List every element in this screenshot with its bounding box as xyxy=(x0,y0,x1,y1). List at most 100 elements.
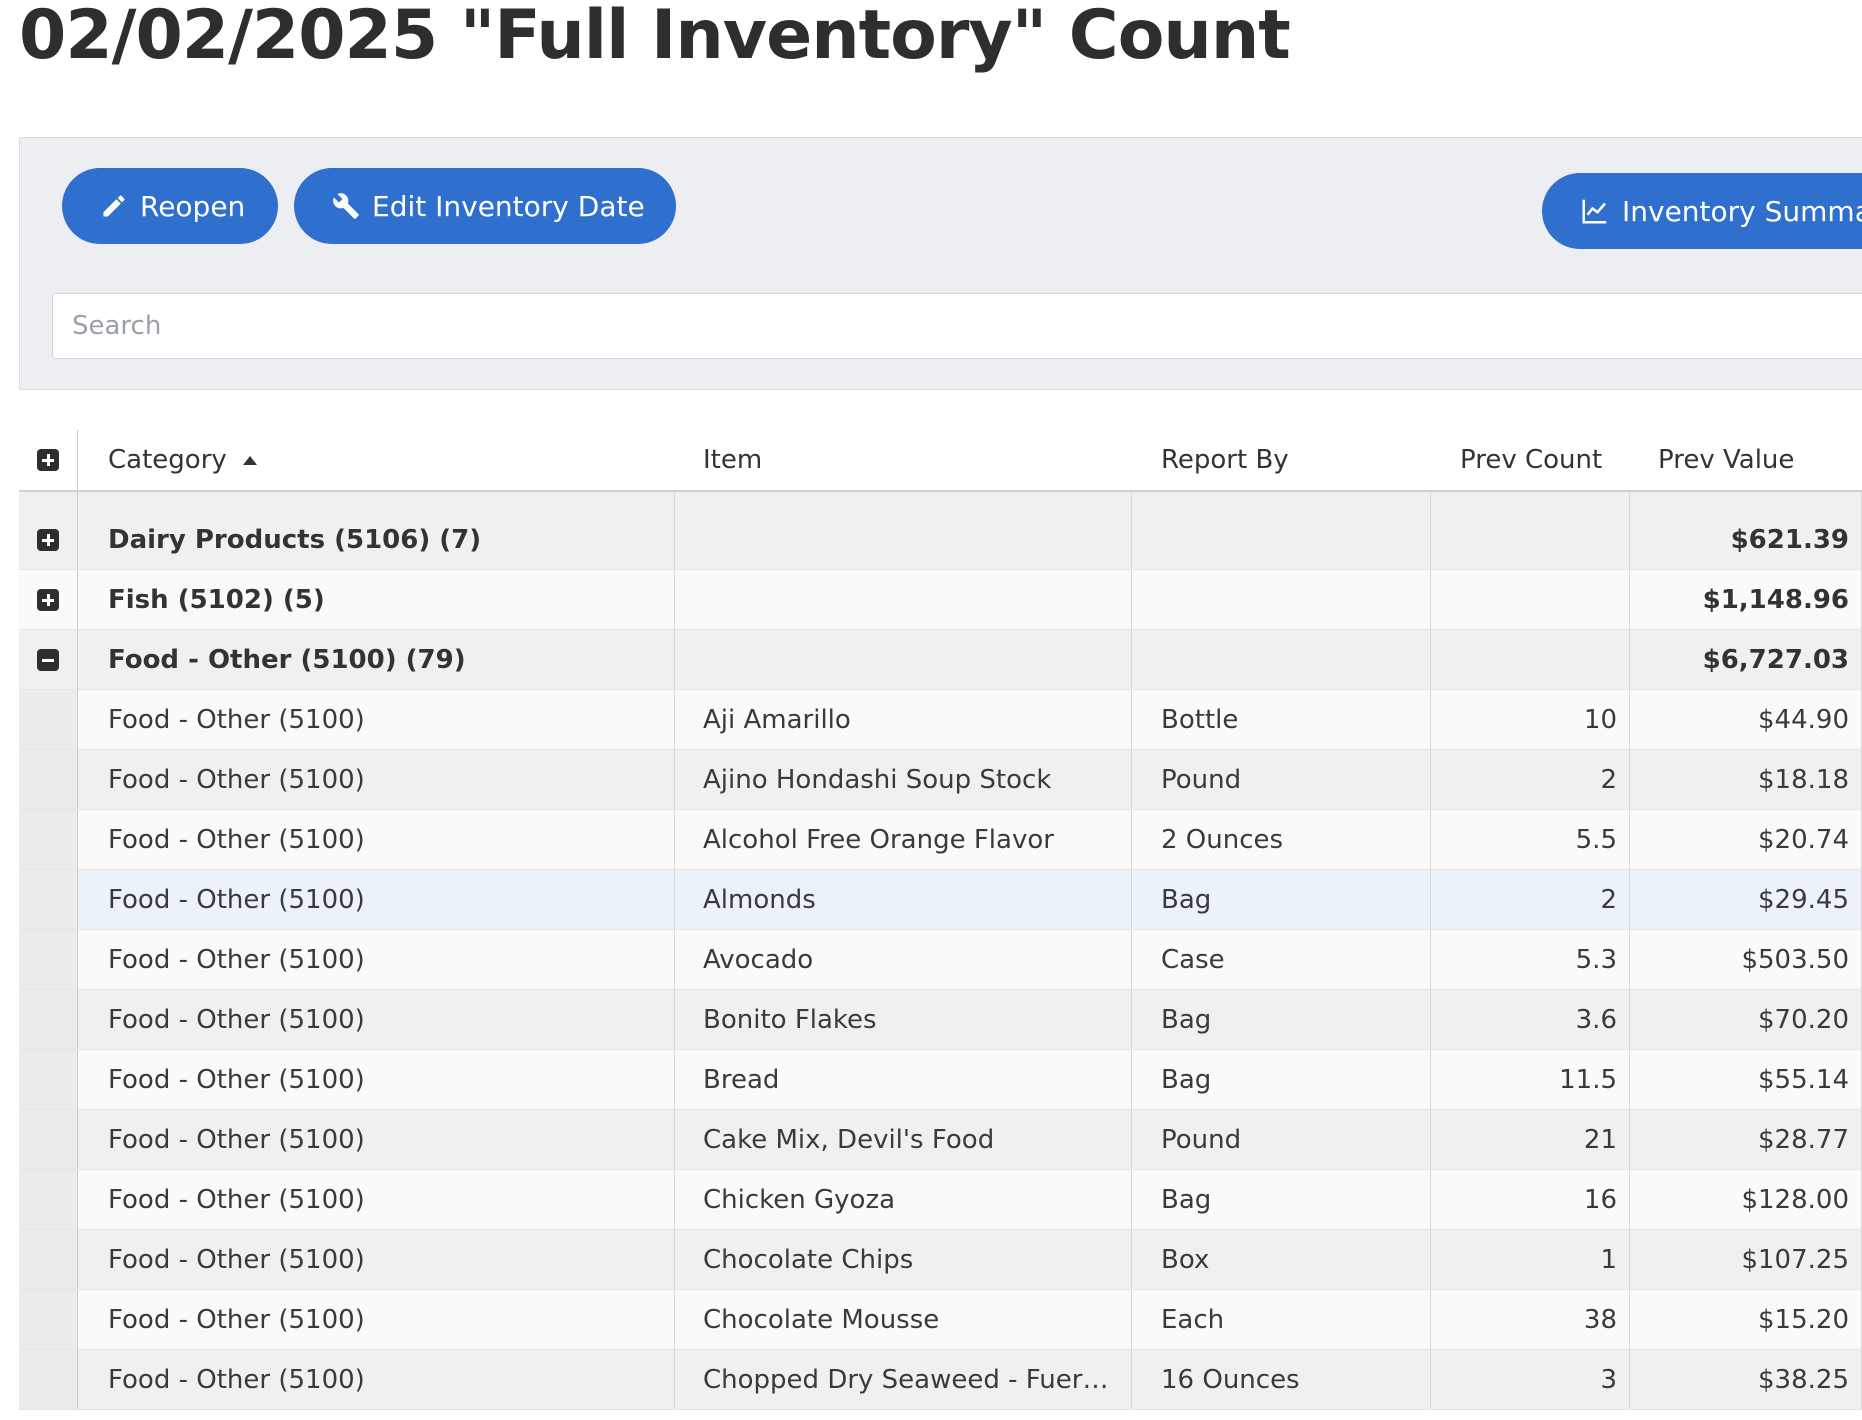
expand-all-button[interactable] xyxy=(19,430,78,490)
category-cell: Food - Other (5100) xyxy=(78,1290,675,1349)
column-header-category-label: Category xyxy=(108,445,227,475)
report-by-cell: Pound xyxy=(1132,750,1431,809)
table-row[interactable]: Food - Other (5100) Bread Bag 11.5 $55.1… xyxy=(19,1050,1862,1110)
report-by-cell: 16 Ounces xyxy=(1132,1350,1431,1409)
item-cell: Chicken Gyoza xyxy=(675,1170,1132,1229)
item-name: Chopped Dry Seaweed - Fueru wa… xyxy=(703,1364,1123,1395)
column-header-item-label: Item xyxy=(703,445,763,475)
table-row[interactable]: Food - Other (5100) Avocado Case 5.3 $50… xyxy=(19,930,1862,990)
plus-square-icon xyxy=(37,588,59,611)
edit-inventory-date-button[interactable]: Edit Inventory Date xyxy=(294,168,676,244)
item-name: Chicken Gyoza xyxy=(703,1184,896,1215)
group-row-food-other[interactable]: Food - Other (5100) (79) $6,727.03 xyxy=(19,630,1862,690)
reopen-label: Reopen xyxy=(140,189,246,223)
pencil-icon xyxy=(100,191,128,221)
group-row-fish[interactable]: Fish (5102) (5) $1,148.96 xyxy=(19,570,1862,630)
prev-value-cell: $29.45 xyxy=(1630,870,1862,929)
table-row[interactable]: Food - Other (5100) Chopped Dry Seaweed … xyxy=(19,1350,1862,1410)
prev-value-cell xyxy=(1630,492,1862,510)
report-by-cell: Bag xyxy=(1132,1170,1431,1229)
row-expander-cell xyxy=(19,1290,78,1349)
group-row-dairy-products[interactable]: Dairy Products (5106) (7) $621.39 xyxy=(19,510,1862,570)
group-label: Fish (5102) (5) xyxy=(78,570,675,629)
table-row[interactable]: Food - Other (5100) Chocolate Mousse Eac… xyxy=(19,1290,1862,1350)
row-expander-cell xyxy=(19,1050,78,1109)
table-row[interactable]: Food - Other (5100) Chocolate Chips Box … xyxy=(19,1230,1862,1290)
prev-value-cell: $28.77 xyxy=(1630,1110,1862,1169)
item-cell: Aji Amarillo xyxy=(675,690,1132,749)
item-name: Cake Mix, Devil's Food xyxy=(703,1124,995,1155)
report-by-cell: Case xyxy=(1132,930,1431,989)
plus-square-icon xyxy=(37,449,59,471)
prev-value-cell: $55.14 xyxy=(1630,1050,1862,1109)
item-name: Bonito Flakes xyxy=(703,1004,877,1035)
prev-count-cell xyxy=(1431,570,1630,629)
report-by-cell: Each xyxy=(1132,1290,1431,1349)
category-cell: Food - Other (5100) xyxy=(78,930,675,989)
sort-ascending-icon xyxy=(242,455,257,465)
category-cell: Food - Other (5100) xyxy=(78,1050,675,1109)
prev-count-cell: 38 xyxy=(1431,1290,1630,1349)
report-by-cell xyxy=(1132,510,1431,569)
category-cell: Food - Other (5100) xyxy=(78,750,675,809)
search-input[interactable] xyxy=(52,293,1862,359)
category-cell: Food - Other (5100) xyxy=(78,1170,675,1229)
item-cell: Chocolate Chips xyxy=(675,1230,1132,1289)
table-row[interactable]: Food - Other (5100) Chicken Gyoza Bag 16… xyxy=(19,1170,1862,1230)
prev-value-cell: $128.00 xyxy=(1630,1170,1862,1229)
minus-square-icon xyxy=(37,648,59,671)
group-expand-button[interactable] xyxy=(19,510,78,569)
item-cell: Cake Mix, Devil's Food xyxy=(675,1110,1132,1169)
column-header-prev-count[interactable]: Prev Count xyxy=(1431,430,1630,490)
category-cell: Food - Other (5100) xyxy=(78,810,675,869)
group-prev-value: $1,148.96 xyxy=(1630,570,1862,629)
inventory-summary-button[interactable]: Inventory Summary xyxy=(1542,173,1862,249)
table-row[interactable]: Food - Other (5100) Bonito Flakes Bag 3.… xyxy=(19,990,1862,1050)
column-header-report-by[interactable]: Report By xyxy=(1132,430,1431,490)
group-expand-button[interactable] xyxy=(19,570,78,629)
item-name: Chocolate Mousse xyxy=(703,1304,940,1335)
table-row[interactable]: Food - Other (5100) Almonds Bag 2 $29.45 xyxy=(19,870,1862,930)
prev-count-cell: 16 xyxy=(1431,1170,1630,1229)
plus-square-icon xyxy=(37,528,59,551)
column-header-category[interactable]: Category xyxy=(78,430,675,490)
item-cell: Bonito Flakes xyxy=(675,990,1132,1049)
report-by-cell: Pound xyxy=(1132,1110,1431,1169)
item-name: Avocado xyxy=(703,944,814,975)
reopen-button[interactable]: Reopen xyxy=(62,168,278,244)
row-expander-cell xyxy=(19,1350,78,1409)
table-row[interactable]: Food - Other (5100) Cake Mix, Devil's Fo… xyxy=(19,1110,1862,1170)
row-expander-cell xyxy=(19,690,78,749)
row-expander-cell xyxy=(19,1230,78,1289)
category-cell: Food - Other (5100) xyxy=(78,690,675,749)
prev-count-cell: 11.5 xyxy=(1431,1050,1630,1109)
category-cell xyxy=(78,492,675,510)
table-row[interactable]: Food - Other (5100) Alcohol Free Orange … xyxy=(19,810,1862,870)
item-name: Ajino Hondashi Soup Stock xyxy=(703,764,1052,795)
prev-value-cell: $38.25 xyxy=(1630,1350,1862,1409)
report-by-cell: 2 Ounces xyxy=(1132,810,1431,869)
column-header-prev-count-label: Prev Count xyxy=(1460,445,1603,475)
grid-header: Category Item Report By Prev Count Prev … xyxy=(19,430,1862,492)
group-collapse-button[interactable] xyxy=(19,630,78,689)
partially-scrolled-row xyxy=(19,492,1862,511)
category-cell: Food - Other (5100) xyxy=(78,990,675,1049)
prev-count-cell: 3.6 xyxy=(1431,990,1630,1049)
prev-count-cell: 5.5 xyxy=(1431,810,1630,869)
toolbar-panel: Reopen Edit Inventory Date Inventory Sum… xyxy=(19,137,1862,390)
item-name: Bread xyxy=(703,1064,780,1095)
prev-value-cell: $70.20 xyxy=(1630,990,1862,1049)
prev-count-cell: 2 xyxy=(1431,870,1630,929)
row-expander-cell xyxy=(19,1170,78,1229)
prev-value-cell: $20.74 xyxy=(1630,810,1862,869)
column-header-item[interactable]: Item xyxy=(675,430,1132,490)
column-header-prev-value[interactable]: Prev Value xyxy=(1630,430,1862,490)
category-cell: Food - Other (5100) xyxy=(78,870,675,929)
inventory-grid: Category Item Report By Prev Count Prev … xyxy=(19,430,1862,1420)
item-cell: Chocolate Mousse xyxy=(675,1290,1132,1349)
table-row[interactable]: Food - Other (5100) Ajino Hondashi Soup … xyxy=(19,750,1862,810)
prev-count-cell: 21 xyxy=(1431,1110,1630,1169)
row-expander-cell xyxy=(19,810,78,869)
prev-value-cell: $503.50 xyxy=(1630,930,1862,989)
table-row[interactable]: Food - Other (5100) Aji Amarillo Bottle … xyxy=(19,690,1862,750)
